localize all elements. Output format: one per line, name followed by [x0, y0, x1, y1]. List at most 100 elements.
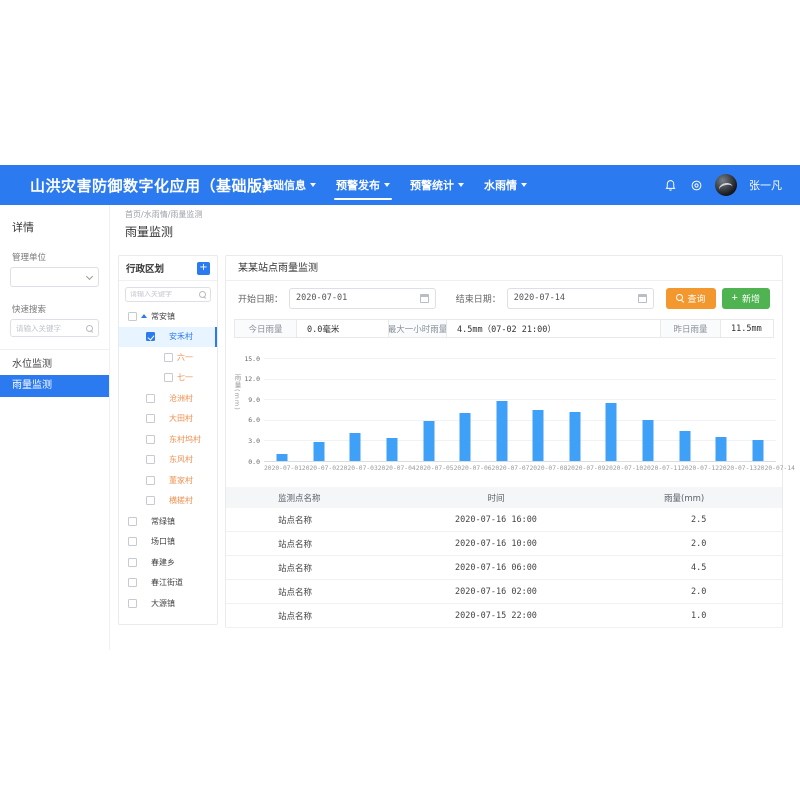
- bar[interactable]: [313, 442, 324, 461]
- tree-node[interactable]: 大源镇: [119, 593, 217, 614]
- tree-checkbox[interactable]: [128, 537, 137, 546]
- tree-caret-icon[interactable]: [141, 314, 147, 318]
- tree-node-label: 六一: [177, 352, 193, 363]
- tree-node-label: 横槎村: [169, 495, 193, 506]
- tree-checkbox[interactable]: [146, 332, 155, 341]
- tree-node[interactable]: 东风村: [119, 450, 217, 471]
- start-date-input[interactable]: [296, 293, 406, 303]
- nav-menu-item[interactable]: 预警统计: [410, 165, 464, 205]
- tree-node[interactable]: 场口镇: [119, 532, 217, 553]
- tree-checkbox[interactable]: [164, 353, 173, 362]
- nav-menu-item[interactable]: 预警发布: [336, 165, 390, 205]
- table-row[interactable]: 站点名称2020-07-15 22:001.0: [226, 604, 782, 628]
- table-cell: 2.0: [576, 587, 782, 597]
- user-name[interactable]: 张一凡: [749, 177, 782, 193]
- search-icon: [676, 294, 684, 302]
- bar-slot: [374, 358, 411, 461]
- org-unit-select[interactable]: [10, 267, 99, 287]
- bar[interactable]: [460, 413, 471, 461]
- bar[interactable]: [387, 438, 398, 461]
- y-axis-tick: 0.0: [220, 458, 260, 466]
- bar-slot: [410, 358, 447, 461]
- tree-node[interactable]: 安禾村: [119, 327, 217, 348]
- query-button[interactable]: 查询: [666, 288, 716, 309]
- bar[interactable]: [679, 431, 690, 461]
- x-axis-labels: 2020-07-012020-07-022020-07-032020-07-04…: [264, 465, 776, 472]
- page-title: 雨量监测: [125, 223, 173, 240]
- table-row[interactable]: 站点名称2020-07-16 06:004.5: [226, 556, 782, 580]
- tree-node[interactable]: 沧洲村: [119, 388, 217, 409]
- region-search-input[interactable]: [130, 291, 192, 298]
- tree-checkbox[interactable]: [128, 312, 137, 321]
- bar[interactable]: [643, 420, 654, 461]
- tree-checkbox[interactable]: [146, 476, 155, 485]
- quick-search-input[interactable]: [16, 324, 86, 333]
- tree-checkbox[interactable]: [146, 414, 155, 423]
- table-cell: 2020-07-16 10:00: [416, 539, 576, 549]
- nav-menu-label: 预警发布: [336, 177, 380, 193]
- bar[interactable]: [569, 412, 580, 461]
- tree-checkbox[interactable]: [128, 578, 137, 587]
- stat-value: 4.5mm（07-02 21:00）: [447, 320, 661, 337]
- nav-menu-item[interactable]: 基础信息: [262, 165, 316, 205]
- sidebar-item[interactable]: 雨量监测: [0, 375, 109, 397]
- tree-node-label: 东村坞村: [169, 434, 201, 445]
- bell-icon[interactable]: [663, 178, 677, 192]
- end-date-input[interactable]: [514, 293, 624, 303]
- table-row[interactable]: 站点名称2020-07-16 02:002.0: [226, 580, 782, 604]
- nav-menu-item[interactable]: 水雨情: [484, 165, 527, 205]
- tree-node-label: 春建乡: [151, 557, 175, 568]
- table-cell: 站点名称: [226, 586, 416, 598]
- tree-node[interactable]: 常安镇: [119, 306, 217, 327]
- bar[interactable]: [606, 403, 617, 461]
- y-axis-tick: 15.0: [220, 355, 260, 363]
- tree-checkbox[interactable]: [128, 517, 137, 526]
- settings-icon[interactable]: [689, 178, 703, 192]
- chevron-down-icon: [384, 183, 390, 187]
- tree-checkbox[interactable]: [128, 558, 137, 567]
- table-header-cell: 监测点名称: [226, 492, 416, 504]
- tree-checkbox[interactable]: [128, 599, 137, 608]
- end-date-picker[interactable]: [507, 288, 654, 309]
- bar-slot: [483, 358, 520, 461]
- tree-node[interactable]: 六一: [119, 347, 217, 368]
- add-region-button[interactable]: +: [197, 262, 210, 275]
- tree-node[interactable]: 春建乡: [119, 552, 217, 573]
- table-row[interactable]: 站点名称2020-07-16 10:002.0: [226, 532, 782, 556]
- chevron-down-icon: [310, 183, 316, 187]
- tree-node-label: 东风村: [169, 454, 193, 465]
- tree-node[interactable]: 董家村: [119, 470, 217, 491]
- start-date-label: 开始日期：: [238, 292, 283, 305]
- tree-node[interactable]: 七一: [119, 368, 217, 389]
- start-date-picker[interactable]: [289, 288, 436, 309]
- tree-checkbox[interactable]: [146, 435, 155, 444]
- x-axis-tick: 2020-07-01: [264, 465, 302, 472]
- tree-node[interactable]: 横槎村: [119, 491, 217, 512]
- chevron-down-icon: [86, 273, 93, 280]
- left-sidebar: 详情 管理单位 快速搜索 水位监测雨量监测: [0, 205, 110, 650]
- tree-checkbox[interactable]: [146, 496, 155, 505]
- y-axis-tick: 6.0: [220, 416, 260, 424]
- tree-node[interactable]: 常绿镇: [119, 511, 217, 532]
- tree-node[interactable]: 东村坞村: [119, 429, 217, 450]
- table-cell: 2.5: [576, 515, 782, 525]
- add-button[interactable]: + 新增: [722, 288, 770, 309]
- tree-checkbox[interactable]: [146, 455, 155, 464]
- bar[interactable]: [752, 440, 763, 461]
- tree-node[interactable]: 春江街道: [119, 573, 217, 594]
- bar[interactable]: [277, 454, 288, 461]
- bar[interactable]: [716, 437, 727, 461]
- user-avatar[interactable]: [715, 174, 737, 196]
- table-row[interactable]: 站点名称2020-07-16 16:002.5: [226, 508, 782, 532]
- sidebar-item[interactable]: 水位监测: [0, 354, 109, 375]
- tree-checkbox[interactable]: [146, 394, 155, 403]
- tree-checkbox[interactable]: [164, 373, 173, 382]
- breadcrumb[interactable]: 首页/水雨情/雨量监测: [125, 209, 202, 220]
- bar[interactable]: [350, 433, 361, 461]
- tree-node[interactable]: 大田村: [119, 409, 217, 430]
- bar[interactable]: [496, 401, 507, 461]
- bar-slot: [520, 358, 557, 461]
- bar[interactable]: [423, 421, 434, 462]
- y-axis-tick: 9.0: [220, 396, 260, 404]
- bar[interactable]: [533, 410, 544, 461]
